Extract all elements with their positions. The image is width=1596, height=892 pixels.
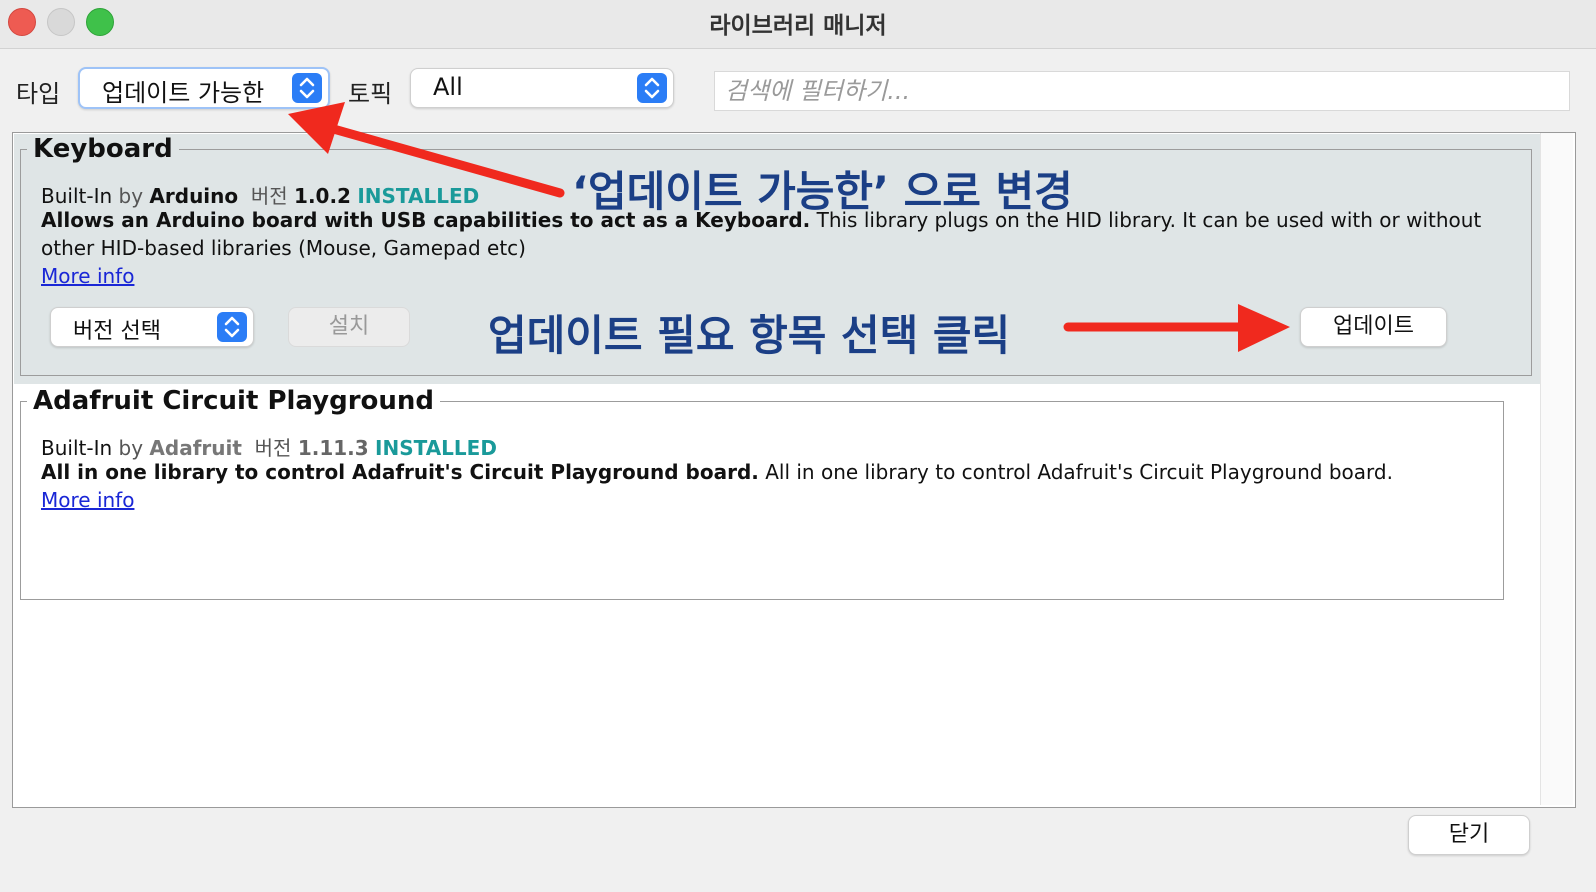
arrow-to-type-select-icon [288, 102, 565, 198]
annotation-arrows [288, 102, 1290, 352]
arrow-to-update-button-icon [1063, 304, 1290, 352]
